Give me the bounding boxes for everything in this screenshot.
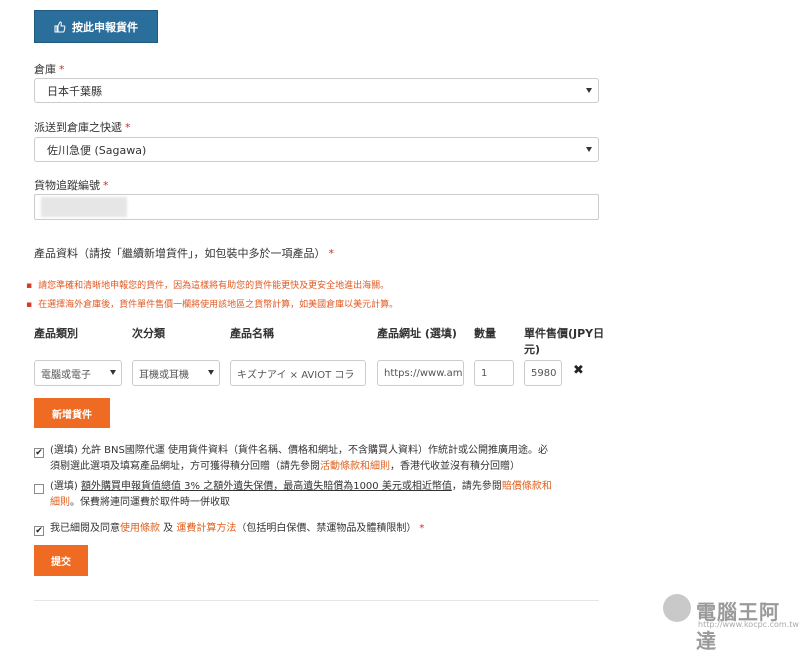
consent-promo-text-1: (選填) 允許 BNS國際代運 使用貨件資料（貨件名稱、價格和網址，不含購買人資… [50, 445, 549, 456]
declare-shipment-button[interactable]: 按此申報貨件 [34, 10, 158, 43]
warehouse-label-text: 倉庫 [34, 63, 56, 76]
category-value: 電腦或電子 [41, 369, 91, 381]
product-url-value: https://www.ama [384, 367, 464, 379]
remove-row-icon[interactable]: ✖ [573, 363, 584, 378]
watermark-logo-icon [663, 594, 691, 622]
notice-2-text: 在選擇海外倉庫後，貨件單件售價一欄將使用該地區之貨幣計算，如美國倉庫以美元計算。 [38, 300, 399, 310]
col-unit-price: 單件售價(JPY日 [524, 327, 605, 340]
consent-insurance-text-2: ，請先參閱 [451, 481, 502, 492]
consent-terms-text: 我已細閱及同意使用條款 及 運費計算方法（包括明白保價、禁運物品及體積限制） * [50, 521, 610, 537]
caret-down-icon [110, 370, 116, 375]
tracking-label-text: 貨物追蹤編號 [34, 179, 100, 192]
insurance-underlined-text: 額外購買申報貨值總值 3% 之額外遺失保價，最高遺失賠償為1000 美元或相近幣… [80, 481, 452, 492]
consent-terms-and: 及 [160, 523, 177, 534]
courier-label: 派送到倉庫之快遞 * [34, 119, 131, 135]
required-mark: * [59, 63, 65, 76]
consent-terms-text-1: 我已細閱及同意 [50, 523, 120, 534]
col-subcategory: 次分類 [132, 327, 165, 340]
products-label: 產品資料（請按「繼續新增貨件」，如包裝中多於一項產品） * [34, 245, 334, 261]
category-select[interactable]: 電腦或電子 [34, 360, 122, 386]
tracking-number-input[interactable] [34, 194, 599, 220]
col-category: 產品類別 [34, 327, 78, 340]
shipping-calc-link[interactable]: 運費計算方法 [176, 523, 236, 534]
unit-price-value: 5980 [531, 367, 557, 379]
consent-promo-text-3: ，香港代收並沒有積分回贈） [390, 461, 520, 472]
col-unit-price-suffix: 元) [524, 343, 541, 356]
courier-value: 佐川急便 (Sagawa) [47, 143, 147, 157]
activity-terms-link[interactable]: 活動條款和細則 [320, 461, 390, 472]
thumbs-up-icon [54, 20, 66, 32]
terms-of-use-link[interactable]: 使用條款 [120, 523, 160, 534]
consent-promo-checkbox[interactable]: ✔ [34, 448, 44, 458]
consent-terms-checkbox[interactable]: ✔ [34, 526, 44, 536]
subcategory-value: 耳機或耳機 [139, 369, 189, 381]
consent-insurance-text: (選填) 額外購買申報貨值總值 3% 之額外遺失保價，最高遺失賠償為1000 美… [50, 479, 610, 511]
check-icon: ✔ [35, 525, 43, 536]
redacted-tracking-value [41, 197, 127, 217]
add-shipment-button[interactable]: 新增貨件 [34, 398, 110, 428]
tracking-label: 貨物追蹤編號 * [34, 177, 109, 193]
subcategory-select[interactable]: 耳機或耳機 [132, 360, 220, 386]
consent-insurance-text-1: (選填) [50, 481, 81, 492]
caret-down-icon [586, 146, 592, 152]
watermark-url: http://www.kocpc.com.tw [698, 620, 799, 629]
warehouse-select[interactable]: 日本千葉縣 [34, 78, 599, 103]
consent-insurance-text-3: 。保費將連同運費於取件時一併收取 [70, 497, 230, 508]
courier-label-text: 派送到倉庫之快遞 [34, 121, 122, 134]
bullet-icon: ▪ [26, 281, 33, 291]
submit-button[interactable]: 提交 [34, 545, 88, 576]
product-name-input[interactable]: キズナアイ × AVIOT コラ [230, 360, 366, 386]
required-mark: * [328, 247, 335, 260]
check-icon: ✔ [35, 447, 43, 458]
required-mark: * [419, 523, 425, 534]
notice-1-text: 請您準確和清晰地申報您的貨件，因為這樣將有助您的貨件能更快及更安全地進出海關。 [38, 281, 390, 291]
consent-promo-text-2: 須剔選此選項及填寫產品網址，方可獲得積分回贈（請先參閱 [50, 461, 320, 472]
col-product-url: 產品網址 (選填) [377, 327, 457, 340]
notice-1: ▪ 請您準確和清晰地申報您的貨件，因為這樣將有助您的貨件能更快及更安全地進出海關。 [26, 278, 389, 291]
bullet-icon: ▪ [26, 300, 33, 310]
required-mark: * [103, 179, 109, 192]
warehouse-value: 日本千葉縣 [47, 84, 102, 98]
product-url-input[interactable]: https://www.ama [377, 360, 464, 386]
consent-promo-text: (選填) 允許 BNS國際代運 使用貨件資料（貨件名稱、價格和網址，不含購買人資… [50, 443, 610, 475]
col-product-name: 產品名稱 [230, 327, 274, 340]
quantity-input[interactable]: 1 [474, 360, 514, 386]
caret-down-icon [586, 87, 592, 93]
warehouse-label: 倉庫 * [34, 61, 65, 77]
caret-down-icon [208, 370, 214, 375]
divider [34, 600, 599, 601]
quantity-value: 1 [481, 367, 488, 379]
product-name-value: キズナアイ × AVIOT コラ [237, 369, 355, 381]
compensation-terms-link[interactable]: 賠償條款和 [502, 481, 552, 492]
required-mark: * [125, 121, 131, 134]
consent-insurance-checkbox[interactable] [34, 484, 44, 494]
col-quantity: 數量 [474, 327, 496, 340]
unit-price-input[interactable]: 5980 [524, 360, 562, 386]
products-label-text: 產品資料（請按「繼續新增貨件」，如包裝中多於一項產品） [34, 247, 326, 260]
notice-2: ▪ 在選擇海外倉庫後，貨件單件售價一欄將使用該地區之貨幣計算，如美國倉庫以美元計算… [26, 297, 398, 310]
compensation-terms-link-2[interactable]: 細則 [50, 497, 70, 508]
declare-button-label: 按此申報貨件 [72, 20, 138, 34]
courier-select[interactable]: 佐川急便 (Sagawa) [34, 137, 599, 162]
consent-terms-text-2: （包括明白保價、禁運物品及體積限制） [236, 523, 417, 534]
